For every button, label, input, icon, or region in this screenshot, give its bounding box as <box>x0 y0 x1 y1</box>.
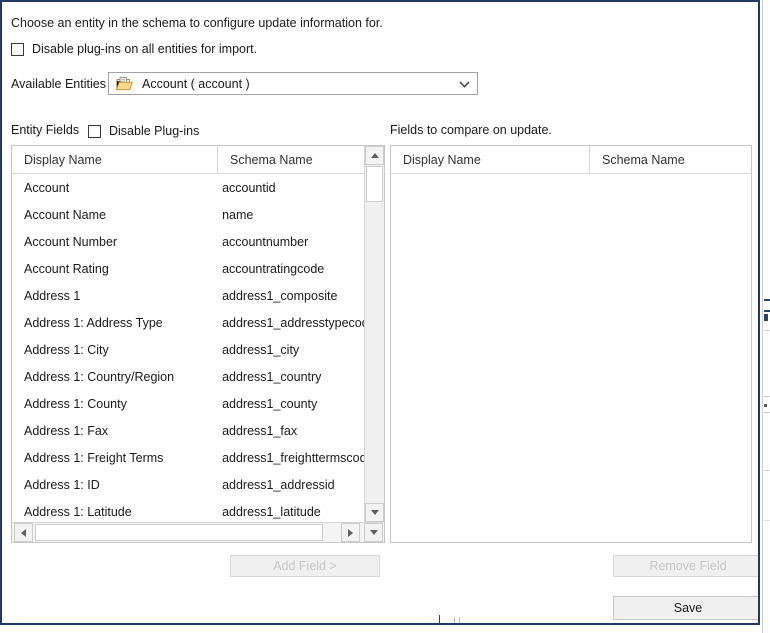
vertical-scrollbar-thumb[interactable] <box>366 166 383 202</box>
cell-display-name: Address 1: County <box>12 390 210 417</box>
window-bottom-tick <box>459 617 460 623</box>
table-row[interactable]: Address 1: Latitudeaddress1_latitude <box>12 498 364 521</box>
fields-to-compare-row-container[interactable] <box>391 174 751 542</box>
entity-fields-title: Entity Fields <box>11 123 79 137</box>
configure-update-dialog: Choose an entity in the schema to config… <box>0 0 760 625</box>
entity-fields-grid: Display Name Schema Name Accountaccounti… <box>11 145 385 543</box>
entity-fields-header-display-name[interactable]: Display Name <box>12 146 218 173</box>
cell-schema-name: address1_country <box>210 363 364 390</box>
cell-schema-name: address1_latitude <box>210 498 364 521</box>
background-window-artifact <box>764 404 767 407</box>
background-window-artifact <box>764 299 770 301</box>
add-field-button[interactable]: Add Field > <box>230 555 380 577</box>
entity-fields-vertical-scrollbar[interactable] <box>364 146 384 522</box>
cell-schema-name: address1_city <box>210 336 364 363</box>
entity-folder-icon <box>116 76 133 91</box>
disable-plugins-checkbox[interactable] <box>88 125 101 138</box>
scroll-left-arrow-icon[interactable] <box>14 523 33 542</box>
scroll-up-arrow-icon[interactable] <box>365 146 384 165</box>
table-row[interactable]: Address 1: IDaddress1_addressid <box>12 471 364 498</box>
fields-to-compare-header-row: Display Name Schema Name <box>391 146 751 174</box>
table-row[interactable]: Account Numberaccountnumber <box>12 228 364 255</box>
cell-schema-name: address1_freighttermscode <box>210 444 364 471</box>
save-button[interactable]: Save <box>613 596 760 620</box>
cell-display-name: Account Number <box>12 228 210 255</box>
cell-display-name: Address 1: Fax <box>12 417 210 444</box>
fields-to-compare-header-display-name[interactable]: Display Name <box>391 146 590 173</box>
cell-schema-name: accountratingcode <box>210 255 364 282</box>
cell-schema-name: address1_addressid <box>210 471 364 498</box>
entity-fields-header-row: Display Name Schema Name <box>12 146 363 174</box>
background-window-artifact <box>764 314 768 321</box>
cell-schema-name: address1_county <box>210 390 364 417</box>
background-window-artifact <box>764 310 770 312</box>
remove-field-button[interactable]: Remove Field <box>613 555 760 577</box>
cell-display-name: Address 1: Country/Region <box>12 363 210 390</box>
table-row[interactable]: Address 1: Country/Regionaddress1_countr… <box>12 363 364 390</box>
entity-fields-horizontal-scrollbar[interactable] <box>12 522 384 542</box>
fields-to-compare-grid: Display Name Schema Name <box>390 145 752 543</box>
window-bottom-tick <box>439 615 440 623</box>
chevron-down-icon[interactable] <box>459 81 468 86</box>
cell-schema-name: address1_composite <box>210 282 364 309</box>
entity-fields-header-schema-name[interactable]: Schema Name <box>218 146 363 173</box>
available-entities-row: Available Entities Account ( account ) <box>11 72 478 95</box>
table-row[interactable]: Address 1: Freight Termsaddress1_freight… <box>12 444 364 471</box>
entity-fields-row-container[interactable]: AccountaccountidAccount NamenameAccount … <box>12 174 364 521</box>
background-window-artifact <box>764 520 770 521</box>
cell-display-name: Address 1: Freight Terms <box>12 444 210 471</box>
table-row[interactable]: Address 1: Faxaddress1_fax <box>12 417 364 444</box>
table-row[interactable]: Address 1: Cityaddress1_city <box>12 336 364 363</box>
cell-display-name: Address 1: City <box>12 336 210 363</box>
cell-schema-name: accountid <box>210 174 364 201</box>
table-row[interactable]: Address 1: Address Typeaddress1_addresst… <box>12 309 364 336</box>
horizontal-scrollbar-thumb[interactable] <box>35 524 323 541</box>
cell-display-name: Address 1: Latitude <box>12 498 210 521</box>
cell-schema-name: name <box>210 201 364 228</box>
scroll-right-arrow-icon[interactable] <box>341 523 360 542</box>
cell-display-name: Account Name <box>12 201 210 228</box>
background-window-artifact <box>764 412 770 413</box>
table-row[interactable]: Accountaccountid <box>12 174 364 201</box>
table-row[interactable]: Address 1: Countyaddress1_county <box>12 390 364 417</box>
cell-schema-name: address1_fax <box>210 417 364 444</box>
disable-plugins-all-label: Disable plug-ins on all entities for imp… <box>32 42 257 56</box>
background-window-artifact <box>764 330 770 331</box>
scrollbar-corner-icon[interactable] <box>364 523 383 542</box>
available-entities-combobox[interactable]: Account ( account ) <box>108 72 478 95</box>
table-row[interactable]: Account Ratingaccountratingcode <box>12 255 364 282</box>
window-bottom-tick <box>454 617 455 623</box>
cell-display-name: Address 1: ID <box>12 471 210 498</box>
scroll-down-arrow-icon[interactable] <box>365 503 384 522</box>
cell-display-name: Account Rating <box>12 255 210 282</box>
fields-to-compare-header-schema-name[interactable]: Schema Name <box>590 146 751 173</box>
available-entities-value: Account ( account ) <box>142 77 250 91</box>
disable-plugins-label: Disable Plug-ins <box>109 124 199 138</box>
cell-schema-name: accountnumber <box>210 228 364 255</box>
disable-plugins-row[interactable]: Disable Plug-ins <box>88 124 199 138</box>
cell-display-name: Address 1 <box>12 282 210 309</box>
table-row[interactable]: Account Namename <box>12 201 364 228</box>
cell-schema-name: address1_addresstypecode <box>210 309 364 336</box>
background-window-divider <box>762 0 763 633</box>
background-window-artifact <box>764 470 770 471</box>
available-entities-label: Available Entities <box>11 77 108 91</box>
fields-to-compare-title: Fields to compare on update. <box>390 123 552 137</box>
table-row[interactable]: Address 1address1_composite <box>12 282 364 309</box>
disable-plugins-all-row[interactable]: Disable plug-ins on all entities for imp… <box>11 42 257 56</box>
dialog-instruction-text: Choose an entity in the schema to config… <box>11 16 383 30</box>
cell-display-name: Account <box>12 174 210 201</box>
cell-display-name: Address 1: Address Type <box>12 309 210 336</box>
background-window-artifact <box>764 396 770 397</box>
disable-plugins-all-checkbox[interactable] <box>11 43 24 56</box>
